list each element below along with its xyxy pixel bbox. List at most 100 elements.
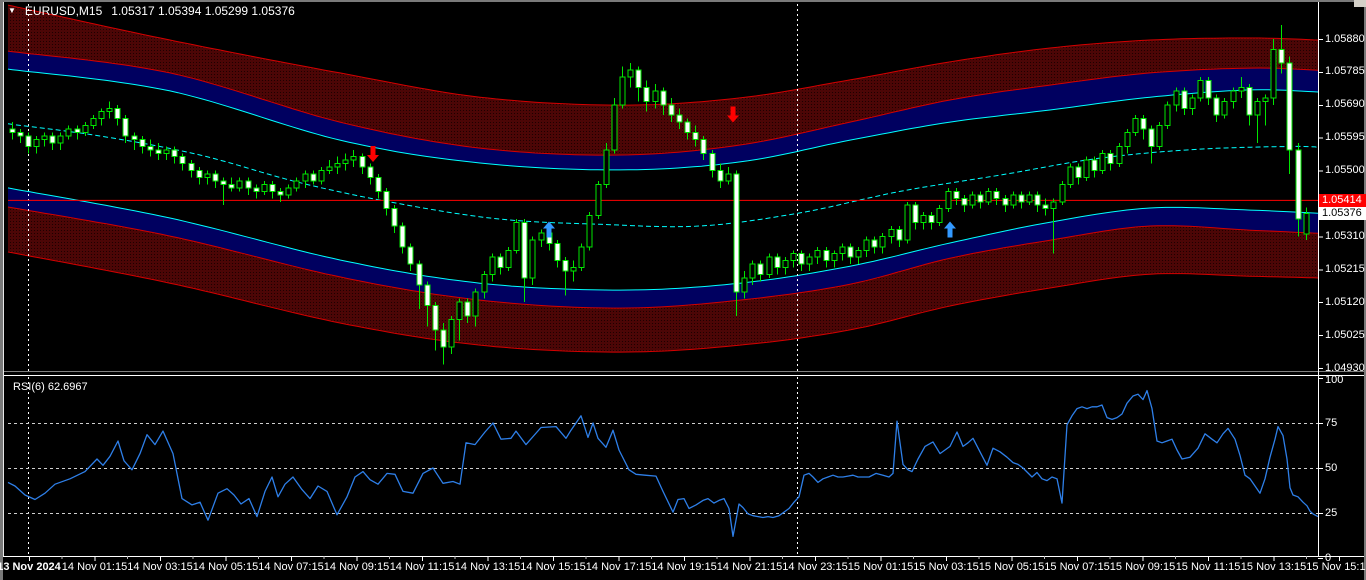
candle-body	[303, 174, 308, 181]
candle-body	[555, 243, 560, 260]
time-axis-label: 14 Nov 23:15	[782, 561, 847, 573]
candle-body	[807, 257, 812, 264]
candle-body	[34, 139, 39, 146]
time-axis-label: 15 Nov 13:15	[1241, 561, 1306, 573]
candle-body	[42, 136, 47, 139]
candle-body	[229, 184, 234, 187]
candle-body	[1100, 153, 1105, 170]
candle-body	[246, 181, 251, 188]
candle-body	[327, 167, 332, 170]
time-axis-label: 14 Nov 21:15	[717, 561, 782, 573]
candle-body	[140, 139, 145, 146]
candle-body	[620, 77, 625, 105]
candle-body	[473, 292, 478, 316]
candle-body	[360, 157, 365, 167]
candle-body	[897, 229, 902, 239]
candle-body	[1182, 91, 1187, 108]
candle-body	[1239, 87, 1244, 90]
candle-body	[83, 126, 88, 133]
candle-body	[156, 150, 161, 153]
time-axis-label: 13 Nov 2024	[0, 561, 61, 573]
time-axis-label: 15 Nov 07:15	[1044, 561, 1109, 573]
candle-body	[1271, 49, 1276, 97]
candle-body	[1068, 167, 1073, 184]
candle-body	[913, 205, 918, 222]
candle-body	[962, 198, 967, 205]
candle-body	[384, 191, 389, 208]
candle-body	[799, 254, 804, 264]
candle-body	[189, 164, 194, 171]
candle-body	[1043, 205, 1048, 208]
time-axis-label: 14 Nov 07:15	[258, 561, 323, 573]
candle-body	[66, 129, 71, 136]
candle-body	[937, 209, 942, 223]
candle-body	[221, 181, 226, 184]
candle-body	[1019, 195, 1024, 202]
time-axis-label: 14 Nov 09:15	[324, 561, 389, 573]
candle-body	[1108, 153, 1113, 163]
candle-body	[172, 150, 177, 157]
candle-body	[115, 108, 120, 118]
candle-body	[1141, 119, 1146, 129]
candle-body	[441, 330, 446, 347]
candle-body	[636, 70, 641, 87]
candle-body	[685, 122, 690, 132]
candle-body	[783, 261, 788, 268]
bid-price-badge: 1.05376	[1319, 207, 1366, 220]
candle-body	[400, 226, 405, 247]
candle-body	[986, 191, 991, 201]
time-axis-label: 14 Nov 19:15	[651, 561, 716, 573]
candle-body	[1076, 167, 1081, 177]
candle-body	[726, 174, 731, 181]
candle-body	[197, 171, 202, 178]
candle-body	[482, 274, 487, 291]
candle-body	[1165, 105, 1170, 126]
candle-body	[286, 188, 291, 195]
candle-body	[449, 320, 454, 348]
candle-body	[1279, 49, 1284, 63]
candle-body	[539, 233, 544, 240]
candle-body	[530, 240, 535, 278]
candle-body	[50, 136, 55, 143]
candle-body	[18, 133, 23, 136]
time-axis-label: 14 Nov 15:15	[520, 561, 585, 573]
candle-body	[1117, 146, 1122, 163]
candle-body	[205, 174, 210, 177]
price-axis-label: 1.05310	[1325, 230, 1365, 242]
candle-body	[701, 139, 706, 153]
rsi-axis-label: 25	[1325, 507, 1337, 519]
price-axis-label: 1.05880	[1325, 33, 1365, 45]
candle-body	[1003, 198, 1008, 205]
price-axis-label: 1.05025	[1325, 329, 1365, 341]
top-frame	[0, 0, 1366, 2]
time-axis-label: 15 Nov 15:15	[1306, 561, 1366, 573]
candle-body	[351, 157, 356, 160]
candle-body	[1027, 195, 1032, 202]
candle-body	[742, 278, 747, 292]
candle-body	[1263, 98, 1268, 101]
candle-body	[767, 257, 772, 274]
candle-body	[832, 254, 837, 261]
candle-body	[343, 160, 348, 163]
candle-body	[677, 115, 682, 122]
candle-body	[669, 105, 674, 115]
candle-body	[506, 250, 511, 267]
candle-body	[335, 164, 340, 167]
candle-body	[815, 250, 820, 257]
candle-body	[26, 136, 31, 146]
chart-canvas[interactable]	[0, 0, 1366, 580]
candle-body	[1125, 133, 1130, 147]
candle-body	[522, 223, 527, 278]
candle-body	[319, 171, 324, 181]
candle-body	[710, 153, 715, 170]
candle-body	[905, 205, 910, 240]
candle-body	[1149, 129, 1154, 146]
candle-body	[929, 216, 934, 223]
candle-body	[596, 184, 601, 215]
candle-body	[294, 181, 299, 188]
price-axis-label: 1.05785	[1325, 65, 1365, 77]
panel-splitter[interactable]	[0, 370, 1366, 377]
candle-body	[1084, 160, 1089, 177]
candle-body	[1287, 63, 1292, 150]
mt4-chart-window: ▼ EURUSD,M15 1.05317 1.05394 1.05299 1.0…	[0, 0, 1366, 580]
